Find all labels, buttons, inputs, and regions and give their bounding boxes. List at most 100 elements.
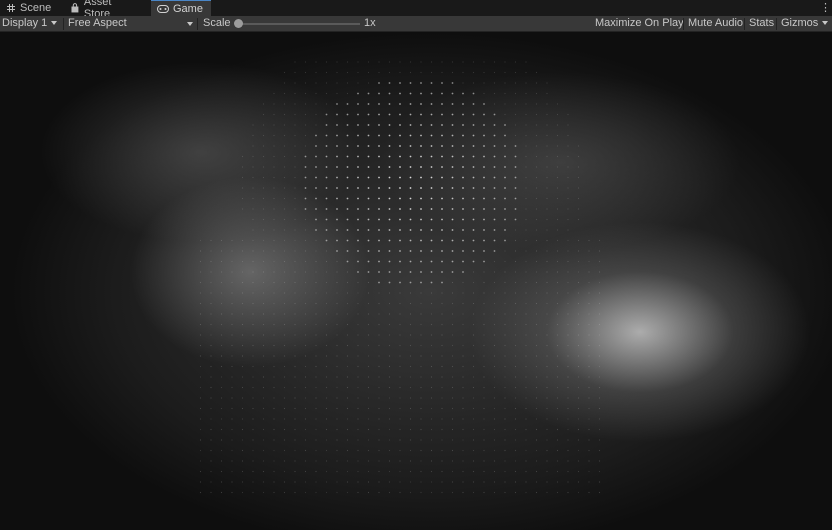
particle-dot <box>410 261 412 263</box>
particle-dot <box>567 313 568 314</box>
particle-dot <box>252 481 253 482</box>
maximize-on-play-toggle[interactable]: Maximize On Play <box>595 16 684 31</box>
particle-dot <box>504 114 505 115</box>
particle-dot <box>431 72 432 73</box>
particle-dot <box>368 208 370 210</box>
particle-dot <box>399 282 401 284</box>
particle-dot <box>452 292 453 293</box>
particle-dot <box>263 124 264 125</box>
display-dropdown[interactable]: Display 1 <box>2 16 57 31</box>
particle-dot <box>536 471 537 472</box>
particle-dot <box>441 103 443 105</box>
particle-dot <box>452 345 453 346</box>
particle-dot <box>483 177 485 179</box>
particle-dot <box>326 439 327 440</box>
particle-dot <box>483 187 485 189</box>
particle-dot <box>284 492 285 493</box>
scale-slider-track[interactable] <box>238 23 360 25</box>
particle-dot <box>420 450 421 451</box>
particle-dot <box>578 355 579 356</box>
particle-dot <box>389 219 391 221</box>
particle-dot <box>210 439 211 440</box>
mute-audio-toggle[interactable]: Mute Audio <box>688 16 743 31</box>
particle-dot <box>420 166 422 168</box>
particle-dot <box>483 145 485 147</box>
particle-dot <box>441 219 443 221</box>
particle-dot <box>546 429 547 430</box>
particle-dot <box>315 135 317 137</box>
particle-dot <box>567 492 568 493</box>
particle-dot <box>494 250 496 252</box>
particle-dot <box>515 324 516 325</box>
particle-dot <box>410 219 412 221</box>
scale-slider-handle[interactable] <box>234 19 243 28</box>
particle-dot <box>441 376 442 377</box>
particle-dot <box>525 156 526 157</box>
particle-dot <box>326 376 327 377</box>
particle-dot <box>210 376 211 377</box>
particle-dot <box>200 460 201 461</box>
particle-dot <box>273 481 274 482</box>
particle-dot <box>494 219 496 221</box>
particle-dot <box>441 114 443 116</box>
particle-dot <box>399 429 400 430</box>
particle-dot <box>389 450 390 451</box>
particle-dot <box>273 219 274 220</box>
particle-dot <box>525 450 526 451</box>
particle-dot <box>284 471 285 472</box>
particle-dot <box>462 135 464 137</box>
tab-game[interactable]: Game <box>151 0 211 16</box>
particle-dot <box>588 376 589 377</box>
particle-dot <box>504 397 505 398</box>
particle-dot <box>515 187 517 189</box>
particle-dot <box>599 366 600 367</box>
particle-dot <box>431 376 432 377</box>
particle-dot <box>420 177 422 179</box>
more-options-icon[interactable]: ⋮ <box>820 1 830 15</box>
particle-dot <box>515 450 516 451</box>
particle-dot <box>567 271 568 272</box>
tab-scene[interactable]: Scene <box>0 0 60 16</box>
particle-dot <box>536 345 537 346</box>
particle-dot <box>599 492 600 493</box>
particle-dot <box>284 93 285 94</box>
particle-dot <box>284 292 285 293</box>
particle-dot <box>305 450 306 451</box>
particle-dot <box>326 481 327 482</box>
particle-dot <box>336 271 337 272</box>
particle-dot <box>578 145 579 146</box>
particle-dot <box>389 145 391 147</box>
particle-dot <box>263 345 264 346</box>
particle-dot <box>336 82 337 83</box>
tab-asset-store[interactable]: Asset Store <box>64 0 146 16</box>
gizmos-dropdown[interactable]: Gizmos <box>781 16 828 31</box>
game-viewport[interactable] <box>0 32 832 530</box>
particle-dot <box>399 145 401 147</box>
particle-dot <box>452 408 453 409</box>
particle-dot <box>420 114 422 116</box>
particle-dot <box>473 418 474 419</box>
particle-dot <box>473 166 475 168</box>
particle-dot <box>452 103 454 105</box>
particle-dot <box>525 240 526 241</box>
particle-dot <box>368 72 369 73</box>
particle-dot <box>473 103 475 105</box>
particle-dot <box>378 229 380 231</box>
particle-dot <box>273 124 274 125</box>
particle-dot <box>389 397 390 398</box>
particle-dot <box>452 429 453 430</box>
particle-dot <box>252 124 253 125</box>
particle-dot <box>336 240 338 242</box>
stats-toggle[interactable]: Stats <box>749 16 774 31</box>
aspect-dropdown[interactable]: Free Aspect <box>68 16 195 31</box>
particle-dot <box>399 397 400 398</box>
particle-dot <box>536 219 537 220</box>
particle-dot <box>284 82 285 83</box>
particle-dot <box>326 303 327 304</box>
particle-dot <box>357 240 359 242</box>
particle-dot <box>599 355 600 356</box>
particle-dot <box>431 471 432 472</box>
particle-dot <box>315 397 316 398</box>
particle-dot <box>546 177 547 178</box>
particle-dot <box>410 156 412 158</box>
